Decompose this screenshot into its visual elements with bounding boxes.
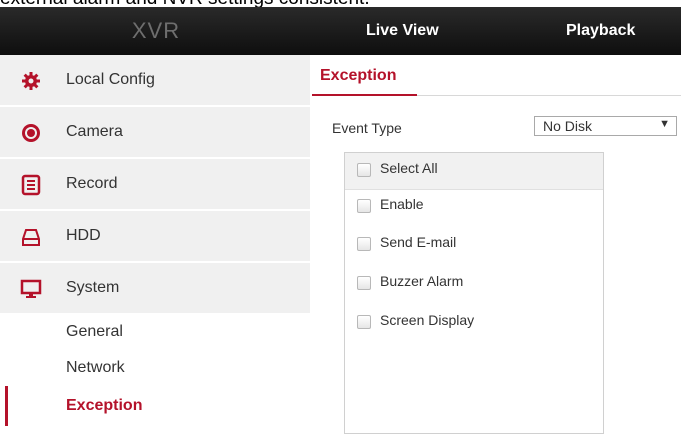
gear-icon xyxy=(20,70,42,92)
checkbox-box[interactable] xyxy=(357,199,371,213)
top-header: XVR Live View Playback xyxy=(0,7,681,55)
record-icon xyxy=(20,174,42,196)
main-content: Exception Event Type No Disk ▼ Select Al… xyxy=(312,55,681,434)
sidebar-item-label: HDD xyxy=(66,227,101,244)
sidebar: Local Config Camera Record HDD System Ge… xyxy=(0,55,312,426)
camera-icon xyxy=(20,122,42,144)
sidebar-item-label: Camera xyxy=(66,123,123,140)
event-type-value: No Disk xyxy=(543,118,593,134)
sidebar-item-system[interactable]: System xyxy=(0,263,310,315)
sidebar-item-local-config[interactable]: Local Config xyxy=(0,55,310,107)
sidebar-subitem-exception[interactable]: Exception xyxy=(66,396,142,416)
brand-logo: XVR xyxy=(131,18,181,43)
hdd-icon xyxy=(20,226,42,248)
monitor-icon xyxy=(20,278,42,300)
sidebar-item-label: System xyxy=(66,279,120,296)
checkbox-box[interactable] xyxy=(357,276,371,290)
options-panel: Select All Enable Send E-mail Buzzer Ala… xyxy=(344,152,604,434)
sidebar-item-label: Local Config xyxy=(66,71,155,88)
event-type-select[interactable]: No Disk ▼ xyxy=(534,116,677,136)
tab-underline xyxy=(312,94,417,96)
checkbox-box[interactable] xyxy=(357,315,371,329)
tab-divider xyxy=(417,95,681,96)
checkbox-box[interactable] xyxy=(357,237,371,251)
nav-playback[interactable]: Playback xyxy=(566,7,635,55)
sidebar-item-label: Record xyxy=(66,175,118,192)
nav-live-view[interactable]: Live View xyxy=(366,7,439,55)
checkbox-label: Select All xyxy=(380,160,438,176)
event-type-label: Event Type xyxy=(332,120,402,136)
checkbox-label: Buzzer Alarm xyxy=(380,273,464,289)
checkbox-box[interactable] xyxy=(357,163,371,177)
sidebar-subitem-network[interactable]: Network xyxy=(66,358,125,378)
sidebar-item-record[interactable]: Record xyxy=(0,159,310,211)
tab-exception[interactable]: Exception xyxy=(320,67,396,85)
sidebar-item-camera[interactable]: Camera xyxy=(0,107,310,159)
checkbox-label: Screen Display xyxy=(380,312,475,328)
checkbox-label: Enable xyxy=(380,196,424,212)
dropdown-arrow-icon: ▼ xyxy=(659,118,670,130)
sidebar-subitem-general[interactable]: General xyxy=(66,322,123,342)
checkbox-label: Send E-mail xyxy=(380,234,457,250)
sidebar-item-hdd[interactable]: HDD xyxy=(0,211,310,263)
active-indicator xyxy=(5,386,8,426)
